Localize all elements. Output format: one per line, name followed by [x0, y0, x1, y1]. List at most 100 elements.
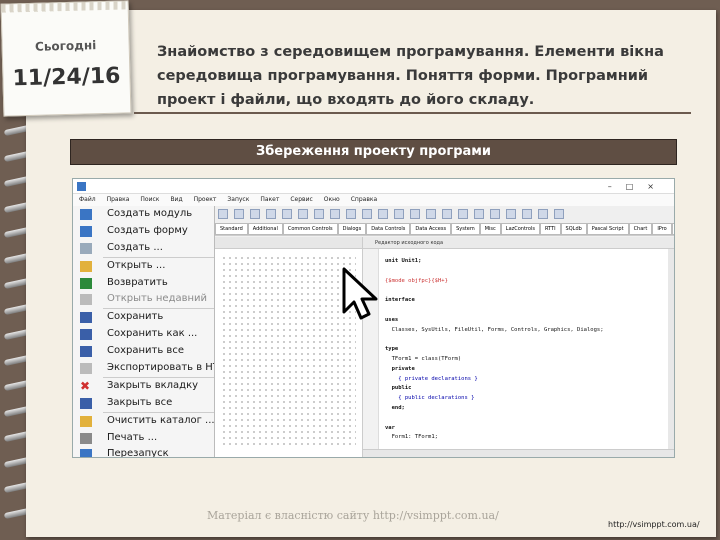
file-menu-item-label: Создать модуль [107, 208, 193, 219]
note-perforation [1, 1, 128, 13]
toolbar-button[interactable] [490, 209, 500, 219]
window-controls[interactable]: –□× [608, 179, 668, 194]
toolbar-button[interactable] [282, 209, 292, 219]
code-line: uses [385, 316, 399, 323]
palette-tab[interactable]: Data Access [410, 223, 452, 235]
menubar-item[interactable]: Поиск [140, 196, 159, 203]
palette-tab[interactable]: Common Controls [282, 223, 338, 235]
palette-tab[interactable]: Data Controls [366, 223, 411, 235]
file-menu-item[interactable]: Экспортировать в HTML [73, 360, 214, 377]
clean-dir-icon [80, 415, 92, 427]
toolbar-button[interactable] [266, 209, 276, 219]
palette-tab[interactable]: System [451, 223, 480, 235]
file-menu-item[interactable]: Создать форму [73, 223, 214, 240]
toolbar-button[interactable] [330, 209, 340, 219]
palette-tab[interactable]: IPro [652, 223, 672, 235]
toolbar-button[interactable] [426, 209, 436, 219]
palette-tab[interactable]: Standard [215, 223, 248, 235]
palette-tab[interactable]: Misc [479, 223, 501, 235]
file-menu-item-label: Печать ... [107, 431, 158, 443]
file-menu-item-label: Закрыть вкладку [107, 379, 199, 391]
new-form-icon [80, 225, 92, 237]
toolbar-button[interactable] [538, 209, 548, 219]
file-menu-item-label: Создать форму [107, 224, 188, 236]
palette-tab[interactable]: Pascal Script [586, 223, 629, 235]
code-line: end; [385, 404, 405, 411]
toolbar-button[interactable] [218, 209, 228, 219]
file-menu-item[interactable]: Возвратить [73, 275, 214, 292]
menubar-item[interactable]: Правка [107, 196, 130, 203]
section-bar: Збереження проекту програми [70, 139, 677, 165]
palette-tab[interactable]: SynEdit [671, 223, 674, 235]
file-menu-item[interactable]: Открыть недавний [73, 291, 214, 308]
editor-title: Редактор исходного кода [363, 237, 674, 249]
source-code[interactable]: unit Unit1; {$mode objfpc}{$H+} interfac… [385, 257, 604, 457]
toolbar-button[interactable] [522, 209, 532, 219]
editor-scrollbar[interactable] [668, 249, 674, 457]
toolbar-button[interactable] [554, 209, 564, 219]
menubar-item[interactable]: Сервис [290, 196, 312, 203]
toolbar-button[interactable] [506, 209, 516, 219]
menubar-item[interactable]: Окно [324, 196, 340, 203]
toolbar-button[interactable] [346, 209, 356, 219]
source-editor[interactable]: Редактор исходного кода unit Unit1; {$mo… [363, 237, 674, 457]
toolbar-button[interactable] [474, 209, 484, 219]
site-link[interactable]: http://vsimppt.com.ua/ [608, 520, 700, 529]
editor-statusbar [363, 449, 674, 457]
code-line: {$mode objfpc}{$H+} [385, 277, 448, 284]
file-menu-item-label: Открыть ... [107, 259, 166, 271]
palette-tab[interactable]: SQLdb [560, 223, 587, 235]
arrow-cursor-icon [342, 267, 378, 320]
palette-tab[interactable]: RTTI [539, 223, 561, 235]
file-menu-item[interactable]: Очистить каталог ... [73, 413, 214, 430]
print-icon [80, 432, 92, 444]
file-menu-item-label: Открыть недавний [107, 293, 208, 305]
code-line: private [385, 365, 415, 372]
palette-tab[interactable]: Dialogs [337, 223, 367, 235]
file-menu-item-label: Возвратить [107, 276, 168, 288]
file-menu-item[interactable]: Сохранить [73, 309, 214, 326]
ide-titlebar: –□× [73, 179, 674, 194]
file-menu-item[interactable]: Создать ... [73, 240, 214, 257]
form-grid[interactable] [221, 255, 356, 445]
file-menu-item[interactable]: Печать ... [73, 430, 214, 447]
toolbar-button[interactable] [442, 209, 452, 219]
toolbar-button[interactable] [234, 209, 244, 219]
lazarus-app-icon [77, 182, 86, 191]
toolbar-button[interactable] [394, 209, 404, 219]
code-line: var [385, 424, 395, 431]
palette-tab[interactable]: LazControls [500, 223, 540, 235]
palette-tab[interactable]: Chart [628, 223, 653, 235]
file-menu-item[interactable]: Перезапуск [73, 446, 214, 458]
code-line: { private declarations } [385, 375, 478, 382]
new-unit-icon [80, 209, 92, 220]
palette-tab[interactable]: Additional [247, 223, 283, 235]
toolbar-button[interactable] [458, 209, 468, 219]
file-menu-item-label: Перезапуск [107, 448, 169, 458]
file-menu-item[interactable]: ✖ Закрыть вкладку [73, 378, 214, 395]
toolbar-button[interactable] [410, 209, 420, 219]
date-note: Сьогодні 11/24/16 [0, 0, 132, 117]
export-icon [80, 363, 92, 375]
menubar-item[interactable]: Пакет [260, 196, 279, 203]
toolbar-button[interactable] [314, 209, 324, 219]
component-palette-tabs: Standard Additional Common Controls Dialogs… [215, 221, 674, 235]
toolbar-button[interactable] [250, 209, 260, 219]
toolbar-button[interactable] [298, 209, 308, 219]
toolbar-button[interactable] [378, 209, 388, 219]
file-menu-item[interactable]: Сохранить как ... [73, 326, 214, 343]
file-menu-item[interactable]: Создать модуль [73, 206, 214, 223]
toolbar-button[interactable] [362, 209, 372, 219]
revert-icon [80, 277, 92, 289]
menubar-item[interactable]: Справка [351, 196, 377, 203]
menubar-item[interactable]: Вид [170, 196, 182, 203]
menubar-item[interactable]: Запуск [227, 196, 249, 203]
menubar-item[interactable]: Проект [194, 196, 217, 203]
file-menu-item[interactable]: Сохранить все [73, 343, 214, 360]
file-menu-item[interactable]: Закрыть все [73, 395, 214, 412]
file-menu-item[interactable]: Открыть ... [73, 258, 214, 275]
file-menu-item-label: Сохранить [107, 311, 164, 323]
menubar-item[interactable]: Файл [79, 196, 96, 203]
